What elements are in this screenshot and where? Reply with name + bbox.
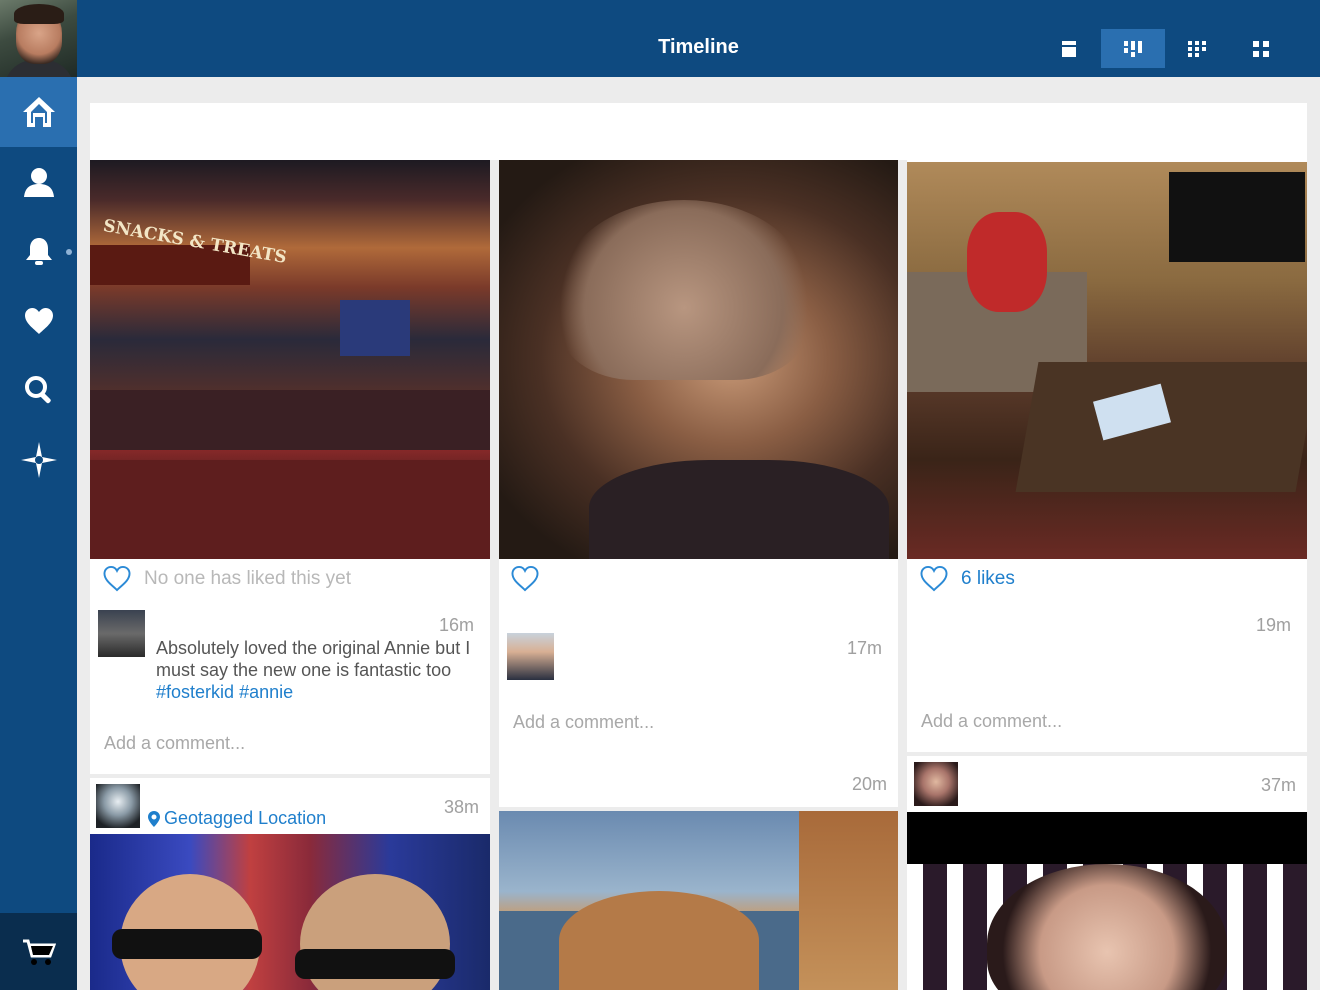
like-heart-icon[interactable] [102,565,132,592]
like-row: 6 likes [919,565,1015,592]
sidebar-item-profile[interactable] [0,147,77,217]
post-card: Geotagged Location 38m [90,778,490,990]
post-photo-3d-glasses[interactable] [90,834,490,990]
post-photo-living-room[interactable] [907,162,1307,559]
like-row: No one has liked this yet [102,565,351,592]
search-icon [24,376,51,404]
hashtag-link[interactable]: #annie [239,682,293,702]
cart-icon [22,939,56,965]
commenter-avatar[interactable] [98,610,145,657]
compass-icon [20,442,57,478]
view-single-column-button[interactable] [1037,29,1101,68]
single-column-icon [1062,40,1076,57]
like-heart-icon[interactable] [919,565,949,592]
sidebar-item-cart[interactable] [0,913,77,990]
timeline-header-strip [90,103,1307,160]
view-small-grid-button[interactable] [1165,29,1229,68]
sidebar-item-home[interactable] [0,77,77,147]
post-card: 6 likes 19m Add a comment... [907,160,1307,752]
post-time: 19m [1255,615,1291,635]
post-photo-concessions[interactable]: SNACKS & TREATS [90,160,490,559]
post-time: 38m [443,797,479,817]
post-photo-selfie[interactable] [907,812,1307,990]
post-time: 37m [1260,775,1296,795]
location-pin-icon [148,810,160,827]
sidebar-item-search[interactable] [0,355,77,425]
post-card: 17m Add a comment... 20m [499,160,898,807]
post-time: 20m [851,774,887,794]
heart-icon [24,308,53,334]
home-icon [22,97,55,127]
post-time: 16m [438,615,474,635]
comment-text: Absolutely loved the original Annie but … [156,638,471,702]
likes-text: No one has liked this yet [144,567,352,589]
likes-text[interactable]: 6 likes [961,568,1015,590]
post-card: SNACKS & TREATS No one has liked this ye… [90,160,490,774]
small-grid-icon [1188,40,1206,57]
top-bar: Timeline [77,0,1320,77]
poster-avatar[interactable] [914,762,958,806]
sidebar-item-likes[interactable] [0,286,77,356]
view-large-grid-button[interactable] [1229,29,1293,68]
large-grid-icon [1253,40,1269,57]
post-card: 37m [907,756,1307,990]
user-avatar[interactable] [0,0,77,77]
post-photo-desert[interactable] [499,811,898,990]
like-heart-icon[interactable] [510,565,540,592]
like-row [510,565,552,592]
sidebar-item-explore[interactable] [0,425,77,495]
location-link[interactable]: Geotagged Location [148,808,326,829]
poster-avatar[interactable] [96,784,140,828]
add-comment-input[interactable]: Add a comment... [104,733,245,754]
sidebar [0,0,77,990]
post-time: 17m [846,638,882,658]
add-comment-input[interactable]: Add a comment... [513,712,654,733]
hashtag-link[interactable]: #fosterkid [156,682,234,702]
masonry-icon [1124,40,1142,57]
person-icon [23,168,54,197]
add-comment-input[interactable]: Add a comment... [921,711,1062,732]
notification-dot [66,249,72,255]
view-masonry-button[interactable] [1101,29,1165,68]
commenter-avatar[interactable] [507,633,554,680]
post-photo-portrait[interactable] [499,160,898,559]
bell-icon [25,238,52,265]
